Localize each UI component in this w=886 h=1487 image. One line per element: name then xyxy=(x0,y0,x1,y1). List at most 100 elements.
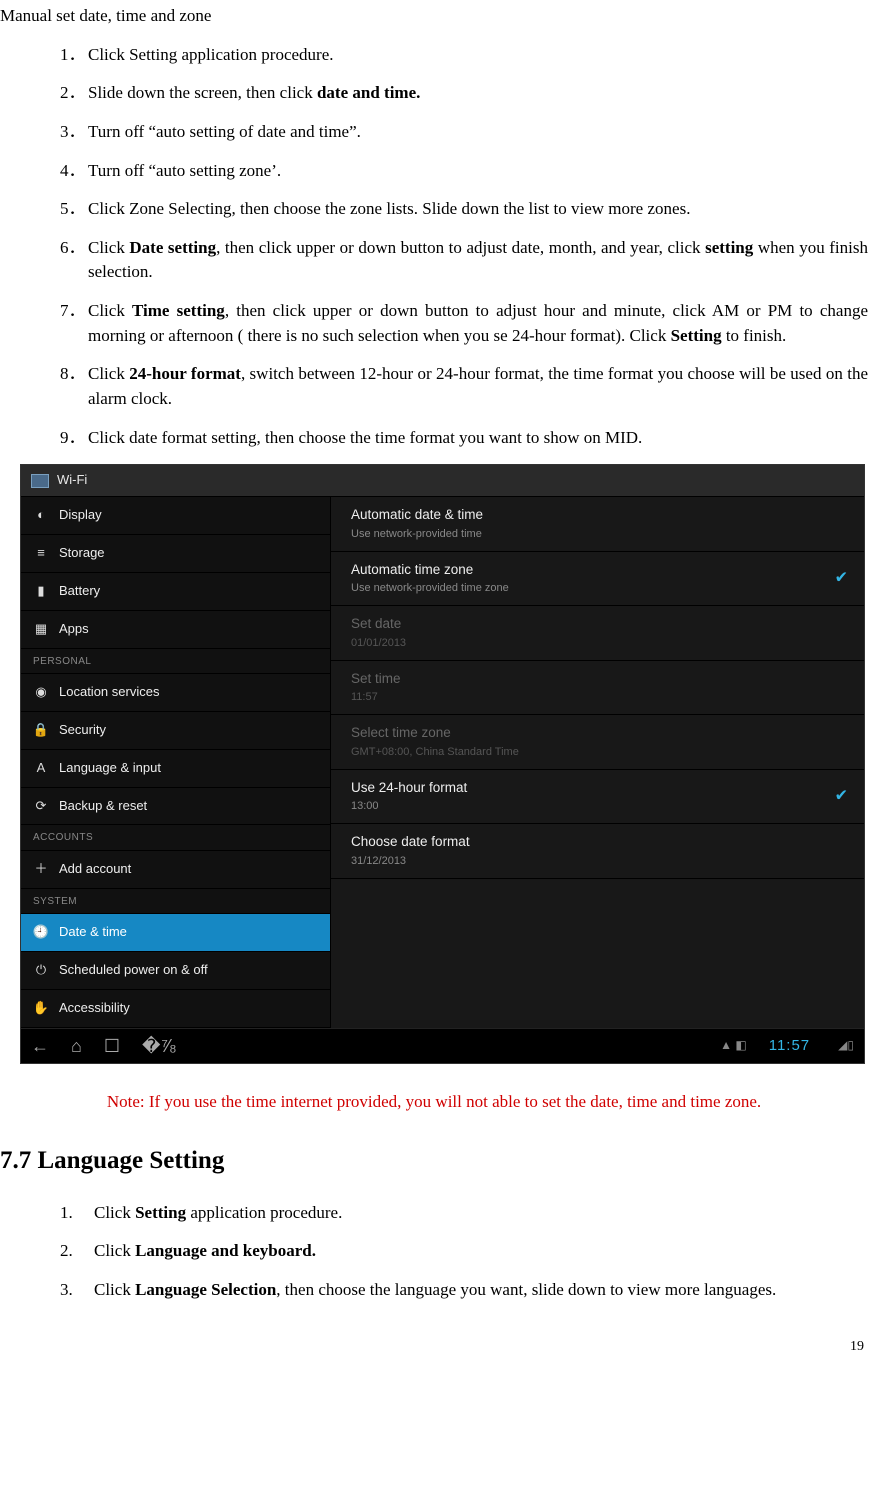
step-number: 8． xyxy=(60,362,86,387)
section-heading: 7.7 Language Setting xyxy=(0,1143,868,1179)
sidebar-icon: ▮ xyxy=(33,583,49,599)
step-text: Click Date setting, then click upper or … xyxy=(88,238,868,282)
lang-step: 3. Click Language Selection, then choose … xyxy=(60,1278,868,1303)
row-label: Select time zone xyxy=(351,723,844,743)
sidebar-icon: A xyxy=(33,760,49,776)
sidebar-label: Scheduled power on & off xyxy=(59,961,208,980)
step-number: 7． xyxy=(60,299,86,324)
settings-row[interactable]: Use 24-hour format13:00✔ xyxy=(331,770,864,825)
sidebar-icon: 🔒 xyxy=(33,722,49,738)
sidebar-label: Add account xyxy=(59,860,131,879)
sidebar-item[interactable]: ◉ Location services xyxy=(21,674,330,712)
status-signal-icon: ◢▯ xyxy=(838,1037,854,1054)
topbar-label: Wi-Fi xyxy=(57,471,87,490)
row-sublabel: 11:57 xyxy=(351,690,844,706)
settings-row[interactable]: Automatic time zoneUse network-provided … xyxy=(331,552,864,607)
row-label: Choose date format xyxy=(351,832,844,852)
sidebar-label: Apps xyxy=(59,620,89,639)
sidebar-label: Location services xyxy=(59,683,159,702)
step-number: 1. xyxy=(60,1201,73,1226)
checkmark-icon: ✔ xyxy=(835,785,848,808)
step-text: Click Time setting, then click upper or … xyxy=(88,301,868,345)
warning-note: Note: If you use the time internet provi… xyxy=(10,1090,858,1115)
row-label: Automatic date & time xyxy=(351,505,844,525)
step-number: 6． xyxy=(60,236,86,261)
settings-main-panel: Automatic date & time Use network-provide… xyxy=(331,497,864,1028)
step-text: Turn off “auto setting of date and time”… xyxy=(88,122,361,141)
settings-screenshot: Wi-Fi ◐Display ≡ Storage ▮ Battery ▦ Apps PERSO… xyxy=(20,464,865,1064)
step-number: 3. xyxy=(60,1278,73,1303)
sidebar-item[interactable]: ≡ Storage xyxy=(21,535,330,573)
manual-step: 9．Click date format setting, then choose… xyxy=(60,426,868,451)
language-steps-list: 1. Click Setting application procedure. 2.… xyxy=(60,1201,868,1303)
settings-row[interactable]: Automatic date & time Use network-provide… xyxy=(331,497,864,552)
sidebar-icon: ≡ xyxy=(33,545,49,561)
step-number: 3． xyxy=(60,120,86,145)
step-text: Turn off “auto setting zone’. xyxy=(88,161,281,180)
step-text: Click date format setting, then choose t… xyxy=(88,428,642,447)
sidebar-item[interactable]: ✋ Accessibility xyxy=(21,990,330,1028)
sidebar-icon: ▦ xyxy=(33,621,49,637)
step-number: 5． xyxy=(60,197,86,222)
sidebar-header: SYSTEM xyxy=(21,889,330,915)
status-tray-icon: ▲ ◧ xyxy=(720,1037,747,1054)
sidebar-icon: ⏻ xyxy=(33,963,49,979)
row-label: Automatic time zone xyxy=(351,560,844,580)
sidebar-item[interactable]: ＋ Add account xyxy=(21,851,330,889)
step-text: Click Language Selection, then choose th… xyxy=(94,1280,776,1299)
row-label: Use 24-hour format xyxy=(351,778,844,798)
screenshot-icon[interactable]: �⅞ xyxy=(142,1033,175,1059)
sidebar-label: Language & input xyxy=(59,759,161,778)
manual-step: 2．Slide down the screen, then click date… xyxy=(60,81,868,106)
settings-row: Set date 01/01/2013 xyxy=(331,606,864,661)
sidebar-icon: ＋ xyxy=(33,861,49,877)
sidebar-header: PERSONAL xyxy=(21,649,330,675)
sidebar-icon: ◉ xyxy=(33,684,49,700)
wifi-tile-icon xyxy=(31,474,49,488)
row-sublabel: 01/01/2013 xyxy=(351,636,844,652)
screenshot-topbar: Wi-Fi xyxy=(21,465,864,497)
checkmark-icon: ✔ xyxy=(835,567,848,590)
row-sublabel: Use network-provided time zone xyxy=(351,581,844,597)
step-text: Click 24-hour format, switch between 12-… xyxy=(88,364,868,408)
step-number: 2． xyxy=(60,81,86,106)
sidebar-item[interactable]: ◐Display xyxy=(21,497,330,535)
settings-row[interactable]: Choose date format31/12/2013 xyxy=(331,824,864,879)
sidebar-item[interactable]: ▮ Battery xyxy=(21,573,330,611)
sidebar-icon: 🕘 xyxy=(33,925,49,941)
step-text: Click Setting application procedure. xyxy=(94,1203,342,1222)
sidebar-label: Date & time xyxy=(59,923,127,942)
sidebar-label: Security xyxy=(59,721,106,740)
recent-icon[interactable]: ☐ xyxy=(104,1033,120,1059)
back-icon[interactable]: ← xyxy=(31,1033,49,1059)
row-sublabel: GMT+08:00, China Standard Time xyxy=(351,745,844,761)
manual-step: 3．Turn off “auto setting of date and tim… xyxy=(60,120,868,145)
home-icon[interactable]: ⌂ xyxy=(71,1033,82,1059)
step-text: Slide down the screen, then click date a… xyxy=(88,83,420,102)
row-sublabel: Use network-provided time xyxy=(351,527,844,543)
sidebar-item[interactable]: ⏻ Scheduled power on & off xyxy=(21,952,330,990)
settings-row: Set time11:57 xyxy=(331,661,864,716)
sidebar-label: Backup & reset xyxy=(59,797,147,816)
android-nav-bar: ← ⌂ ☐ �⅞ ▲ ◧ 11:57 ◢▯ xyxy=(21,1028,864,1063)
row-label: Set time xyxy=(351,669,844,689)
manual-step: 8．Click 24-hour format, switch between 1… xyxy=(60,362,868,411)
manual-step: 1．Click Setting application procedure. xyxy=(60,43,868,68)
sidebar-label: Battery xyxy=(59,582,100,601)
settings-row: Select time zone GMT+08:00, China Standar… xyxy=(331,715,864,770)
sidebar-label: Accessibility xyxy=(59,999,130,1018)
lang-step: 2.Click Language and keyboard. xyxy=(60,1239,868,1264)
sidebar-item[interactable]: A Language & input xyxy=(21,750,330,788)
sidebar-label: Storage xyxy=(59,544,105,563)
sidebar-icon: ◐ xyxy=(33,508,49,524)
step-text: Click Zone Selecting, then choose the zo… xyxy=(88,199,690,218)
sidebar-item[interactable]: ▦ Apps xyxy=(21,611,330,649)
sidebar-item[interactable]: 🕘 Date & time xyxy=(21,914,330,952)
manual-step: 6．Click Date setting, then click upper o… xyxy=(60,236,868,285)
manual-step: 5．Click Zone Selecting, then choose the … xyxy=(60,197,868,222)
sidebar-item[interactable]: ⟳Backup & reset xyxy=(21,788,330,826)
sidebar-item[interactable]: 🔒 Security xyxy=(21,712,330,750)
lang-step: 1. Click Setting application procedure. xyxy=(60,1201,868,1226)
sidebar-icon: ✋ xyxy=(33,1000,49,1016)
row-label: Set date xyxy=(351,614,844,634)
